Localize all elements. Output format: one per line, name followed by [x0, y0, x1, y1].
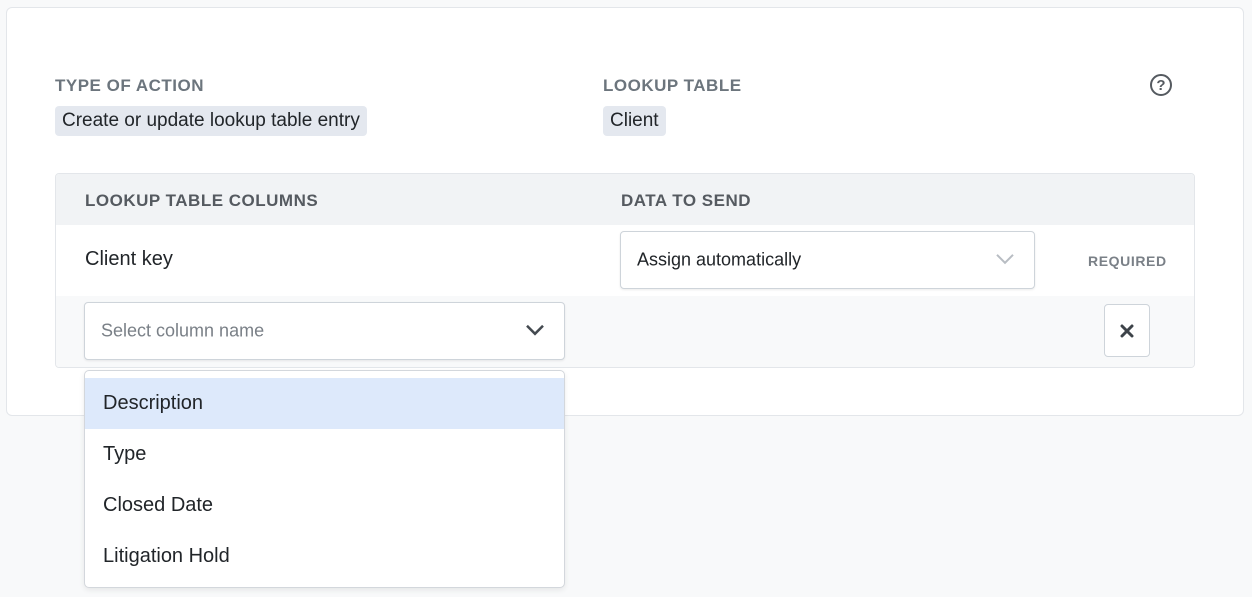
- remove-row-button[interactable]: [1104, 304, 1150, 357]
- option-closed-date[interactable]: Closed Date: [85, 480, 564, 531]
- select-column-placeholder: Select column name: [101, 320, 265, 341]
- required-badge: REQUIRED: [1088, 253, 1167, 269]
- column-mapping-table: LOOKUP TABLE COLUMNS DATA TO SEND Client…: [55, 173, 1195, 368]
- mapping-table-header: LOOKUP TABLE COLUMNS DATA TO SEND: [56, 174, 1194, 225]
- column-name-client-key: Client key: [85, 248, 173, 270]
- lookup-table-value: Client: [603, 106, 666, 136]
- chevron-down-icon: [996, 254, 1014, 265]
- type-of-action-value: Create or update lookup table entry: [55, 106, 367, 136]
- select-column-name-dropdown[interactable]: Select column name: [84, 302, 565, 360]
- table-row: Client key Assign automatically REQUIRED: [56, 225, 1194, 296]
- lookup-table-label: LOOKUP TABLE: [603, 76, 742, 95]
- column-options-menu: Description Type Closed Date Litigation …: [84, 370, 565, 588]
- type-of-action-label: TYPE OF ACTION: [55, 76, 204, 95]
- table-row: Select column name: [56, 296, 1194, 367]
- lookup-table-columns-header: LOOKUP TABLE COLUMNS: [85, 191, 319, 210]
- data-to-send-select[interactable]: Assign automatically: [620, 231, 1035, 289]
- option-type[interactable]: Type: [85, 429, 564, 480]
- option-description[interactable]: Description: [85, 378, 564, 429]
- chevron-down-icon: [526, 324, 544, 336]
- help-icon[interactable]: ?: [1150, 74, 1172, 96]
- close-icon: [1120, 324, 1134, 337]
- data-to-send-header: DATA TO SEND: [621, 191, 752, 210]
- option-litigation-hold[interactable]: Litigation Hold: [85, 531, 564, 582]
- data-to-send-value: Assign automatically: [637, 249, 802, 270]
